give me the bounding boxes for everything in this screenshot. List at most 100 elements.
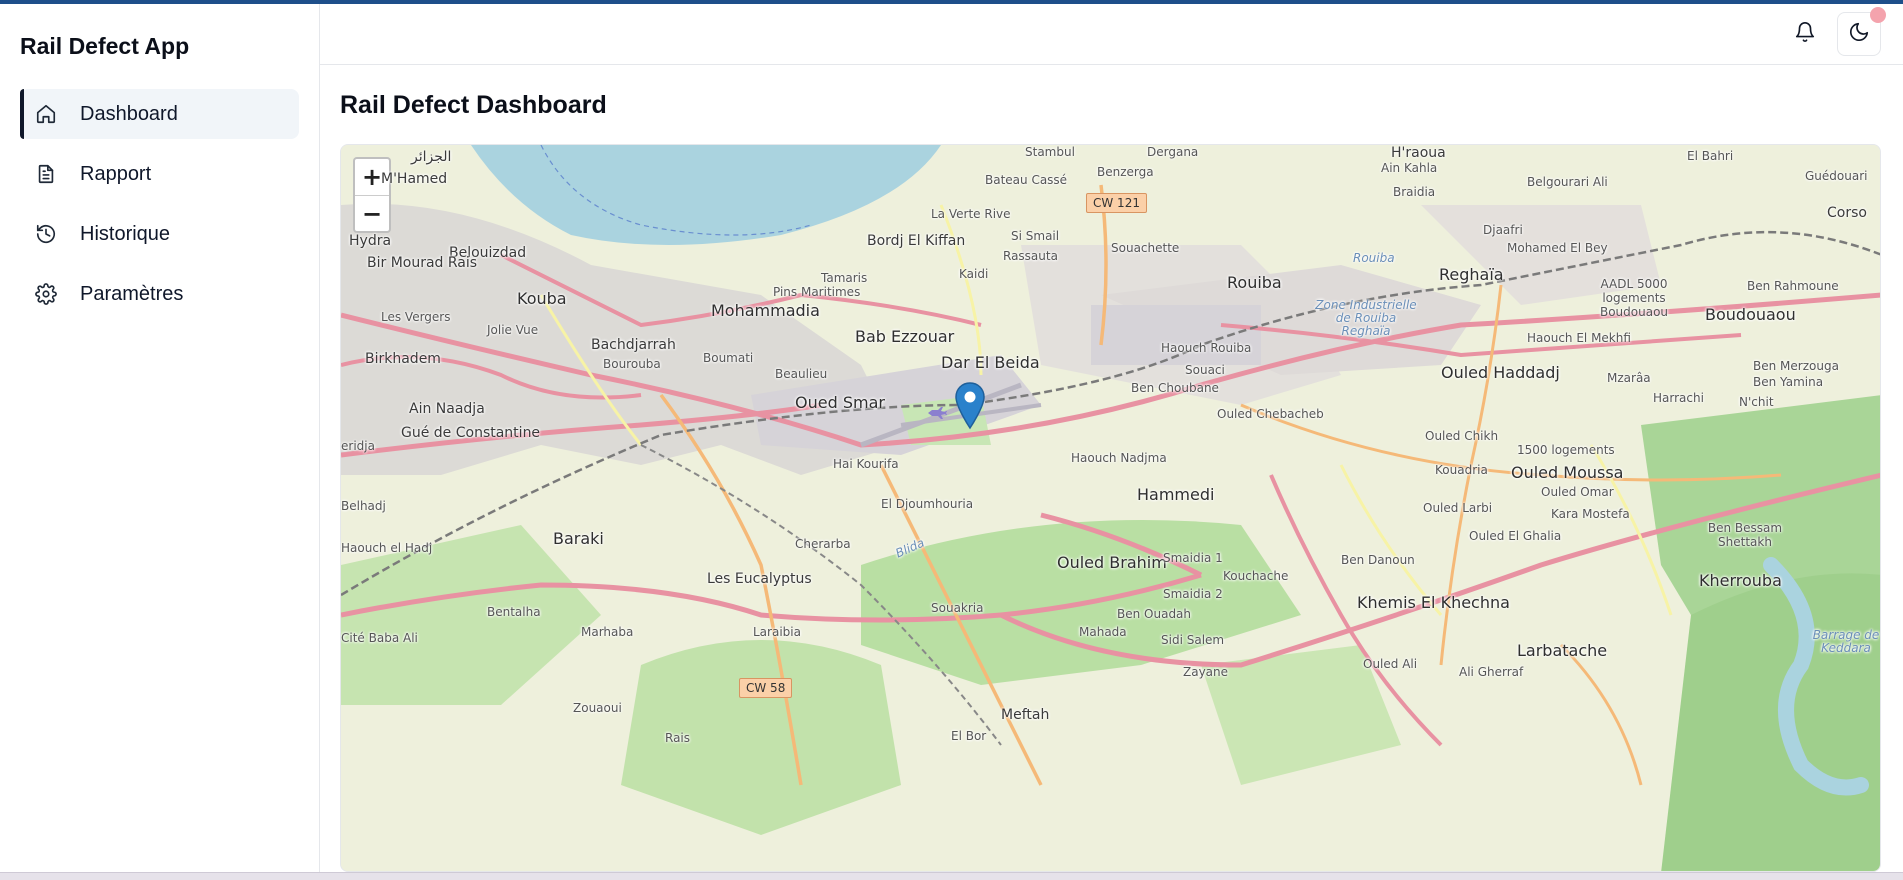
moon-icon: [1848, 21, 1870, 48]
map-label: Boudouaou: [1705, 305, 1796, 324]
map-label: Ouled Ali: [1363, 657, 1418, 671]
map-label: Ouled Larbi: [1423, 501, 1493, 515]
map-label: Ben Yamina: [1753, 375, 1824, 389]
map-label: Ben Choubane: [1131, 381, 1219, 395]
sidebar-item-label: Historique: [80, 222, 171, 245]
map-label: Kouadria: [1435, 463, 1488, 477]
sidebar-nav: Dashboard Rapport Historique Paramètres: [20, 89, 299, 319]
map-label: Les Eucalyptus: [707, 571, 812, 587]
location-pin-icon[interactable]: [954, 382, 986, 430]
map-label: Tamaris: [821, 271, 868, 285]
map-label: Zouaoui: [573, 701, 622, 715]
map-label: Ouled Brahim: [1057, 553, 1167, 572]
map-label: Dar El Beida: [941, 353, 1040, 372]
map-label: Souakria: [931, 601, 984, 615]
map-label: Baraki: [553, 529, 604, 548]
map-label: Beaulieu: [775, 367, 828, 381]
map-label: Laraibia: [753, 625, 801, 639]
map-label: Kherrouba: [1699, 571, 1782, 590]
map-label: Birkhadem: [365, 351, 441, 367]
map-label: Ouled Moussa: [1511, 463, 1624, 482]
notifications-button[interactable]: [1783, 12, 1827, 56]
map-label: Ouled Omar: [1541, 485, 1614, 499]
map-label: Reghaïa: [1439, 265, 1504, 284]
map-label: Souachette: [1111, 241, 1180, 255]
map-label: Corso: [1827, 205, 1867, 221]
map-label: Mzarâa: [1607, 371, 1651, 385]
zoom-out-button[interactable]: −: [355, 195, 389, 231]
map-label: Rassauta: [1003, 249, 1058, 263]
map-label: Les Vergers: [381, 310, 451, 324]
map-label: El Bahri: [1687, 149, 1734, 163]
map-label: Guédouari: [1805, 169, 1868, 183]
map-label: Smaidia 2: [1163, 587, 1223, 601]
sidebar-item-label: Rapport: [80, 162, 152, 185]
map-label: Rouiba: [1227, 273, 1282, 292]
sidebar-item-parametres[interactable]: Paramètres: [20, 269, 299, 319]
map-label: Rais: [665, 731, 691, 745]
map-label: Souaci: [1185, 363, 1225, 377]
map-label: Stambul: [1025, 145, 1075, 159]
map-label: Harrachi: [1653, 391, 1704, 405]
notification-dot: [1870, 7, 1886, 23]
map-label: Bourouba: [603, 357, 661, 371]
map-label: N'chit: [1739, 395, 1774, 409]
map-label: Oued Smar: [795, 393, 885, 412]
map-label: M'Hamed: [381, 171, 448, 187]
map-label: Djaafri: [1483, 223, 1523, 237]
map-label: AADL 5000 logements Boudouaou: [1599, 277, 1669, 319]
sidebar-item-rapport[interactable]: Rapport: [20, 149, 299, 199]
page-content: Rail Defect Dashboard + − الجزائر M'Hame…: [320, 65, 1903, 872]
map-label: Haouch Rouiba: [1161, 341, 1252, 355]
road-badge: CW 58: [739, 678, 793, 698]
map-label: Dergana: [1147, 145, 1199, 159]
app-title: Rail Defect App: [20, 33, 190, 59]
sidebar-item-historique[interactable]: Historique: [20, 209, 299, 259]
map-label: Bordj El Kiffan: [867, 233, 966, 249]
sidebar-item-dashboard[interactable]: Dashboard: [20, 89, 299, 139]
map-label: Meftah: [1001, 707, 1050, 723]
map-label: Bachdjarrah: [591, 337, 676, 353]
page-title: Rail Defect Dashboard: [340, 91, 607, 119]
map-label: El Djoumhouria: [881, 497, 974, 511]
road-badge: CW 121: [1086, 193, 1147, 213]
map-label: Mahada: [1079, 625, 1127, 639]
map-label: Rouiba: [1353, 251, 1395, 265]
map-label: Hammedi: [1137, 485, 1215, 504]
gear-icon: [34, 282, 58, 306]
map-label: Ouled Chikh: [1425, 429, 1499, 443]
map-label: Ain Naadja: [409, 401, 485, 417]
map-label: Smaidia 1: [1163, 551, 1223, 565]
map-label: Kara Mostefa: [1551, 507, 1630, 521]
map-label: Haouch el Hadj: [341, 541, 433, 555]
sidebar-item-label: Dashboard: [80, 102, 178, 125]
map-label: Barrage de Keddara: [1812, 628, 1880, 655]
map-label: 1500 logements: [1517, 443, 1615, 457]
theme-toggle-button[interactable]: [1837, 7, 1886, 56]
zoom-control: + −: [353, 157, 391, 233]
map-label: Zone Industrielle de Rouiba Reghaïa: [1315, 298, 1417, 338]
map-label: Zayane: [1183, 665, 1229, 679]
map-label: Gué de Constantine: [401, 425, 541, 441]
map-view[interactable]: + − الجزائر M'Hamed Hydra Belouizdad Bir…: [340, 144, 1881, 872]
map-label: Bentalha: [487, 605, 541, 619]
history-icon: [34, 222, 58, 246]
map-label: Bir Mourad Rais: [367, 255, 478, 271]
map-label: Benzerga: [1097, 165, 1154, 179]
map-label: Ben Merzouga: [1753, 359, 1839, 373]
map-label: Hai Kourifa: [833, 457, 899, 471]
map-label: Jolie Vue: [487, 323, 539, 337]
map-label: Ben Bessam Shettakh: [1707, 521, 1783, 549]
map-label: Belgourari Ali: [1527, 175, 1608, 189]
map-label: Braidia: [1393, 185, 1436, 199]
map-label: Mohamed El Bey: [1507, 241, 1608, 255]
map-label: Marhaba: [581, 625, 634, 639]
app-shell: Rail Defect App Dashboard Rapport Histor…: [0, 4, 1903, 872]
map-label: الجزائر: [411, 149, 452, 165]
map-label: Bab Ezzouar: [855, 327, 955, 346]
map-label: Belhadj: [341, 499, 386, 513]
map-label: Kouchache: [1223, 569, 1289, 583]
map-label: Ben Ouadah: [1117, 607, 1192, 621]
map-label: Haouch El Mekhfi: [1527, 331, 1631, 345]
main-area: Rail Defect Dashboard + − الجزائر M'Hame…: [320, 4, 1903, 872]
